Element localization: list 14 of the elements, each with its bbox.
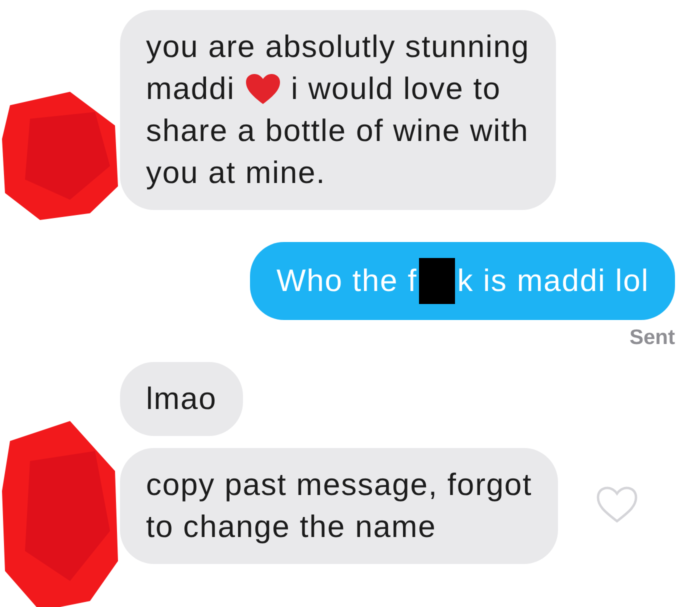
status-text: Sent [629,326,675,350]
message-text: i would love to [290,70,501,108]
message-text: to change the name [146,508,436,546]
heart-icon[interactable] [596,486,638,524]
message-text: maddi [146,70,235,108]
heart-emoji-icon [244,73,281,105]
message-text: Who the f [276,262,418,300]
message-text: you are absolutly stunning [146,28,530,66]
message-text: share a bottle of wine with [146,112,529,150]
message-text: copy past message, forgot [146,466,532,504]
message-text: lmao [146,380,217,418]
message-text: k is maddi lol [457,262,649,300]
redaction-mark [419,258,456,304]
message-text: you at mine. [146,154,326,192]
